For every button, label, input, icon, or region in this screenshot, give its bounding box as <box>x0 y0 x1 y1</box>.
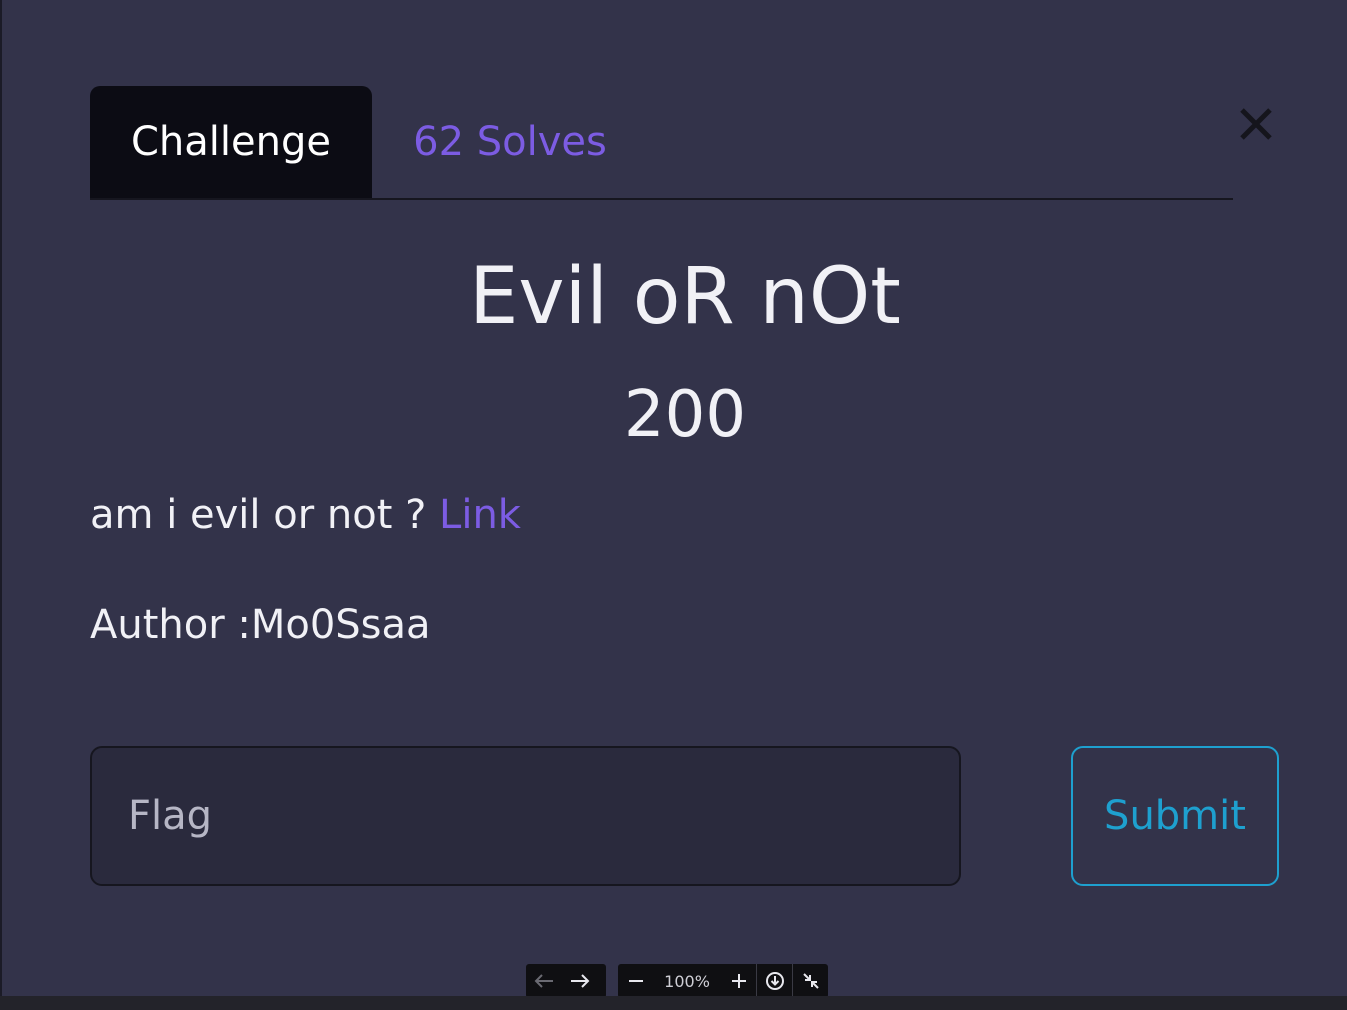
viewer-nav-controls <box>526 964 606 998</box>
zoom-out-button[interactable] <box>618 964 653 998</box>
tab-challenge-label: Challenge <box>131 119 331 165</box>
forward-button[interactable] <box>562 964 598 998</box>
arrow-left-icon <box>534 974 553 988</box>
challenge-modal: Challenge 62 Solves Evil oR nOt 200 am i… <box>0 0 1347 1010</box>
challenge-link[interactable]: Link <box>439 492 521 538</box>
viewer-zoom-controls: 100% <box>618 964 828 998</box>
download-button[interactable] <box>757 964 792 998</box>
flag-input[interactable] <box>90 746 961 886</box>
zoom-in-button[interactable] <box>721 964 756 998</box>
challenge-author: Author :Mo0Ssaa <box>90 602 431 648</box>
submit-button[interactable]: Submit <box>1071 746 1279 886</box>
zoom-level: 100% <box>664 971 710 991</box>
tab-solves-label: 62 Solves <box>413 119 607 165</box>
close-icon <box>1240 108 1272 140</box>
tab-challenge[interactable]: Challenge <box>90 86 372 198</box>
tab-solves[interactable]: 62 Solves <box>390 86 630 198</box>
modal-tabs: Challenge 62 Solves <box>90 86 1233 200</box>
background-editor-strip <box>0 996 1347 1010</box>
challenge-description: am i evil or not ? Link <box>90 492 521 538</box>
minus-icon <box>628 980 643 982</box>
exit-fullscreen-button[interactable] <box>793 964 828 998</box>
back-button[interactable] <box>526 964 562 998</box>
plus-icon <box>731 974 746 988</box>
arrow-right-icon <box>571 974 590 988</box>
download-icon <box>765 972 784 990</box>
window-edge <box>0 0 2 1010</box>
collapse-icon <box>802 973 819 989</box>
challenge-points: 200 <box>623 378 747 452</box>
challenge-title: Evil oR nOt <box>469 252 901 342</box>
close-button[interactable] <box>1236 104 1276 144</box>
description-text: am i evil or not ? <box>90 492 427 538</box>
